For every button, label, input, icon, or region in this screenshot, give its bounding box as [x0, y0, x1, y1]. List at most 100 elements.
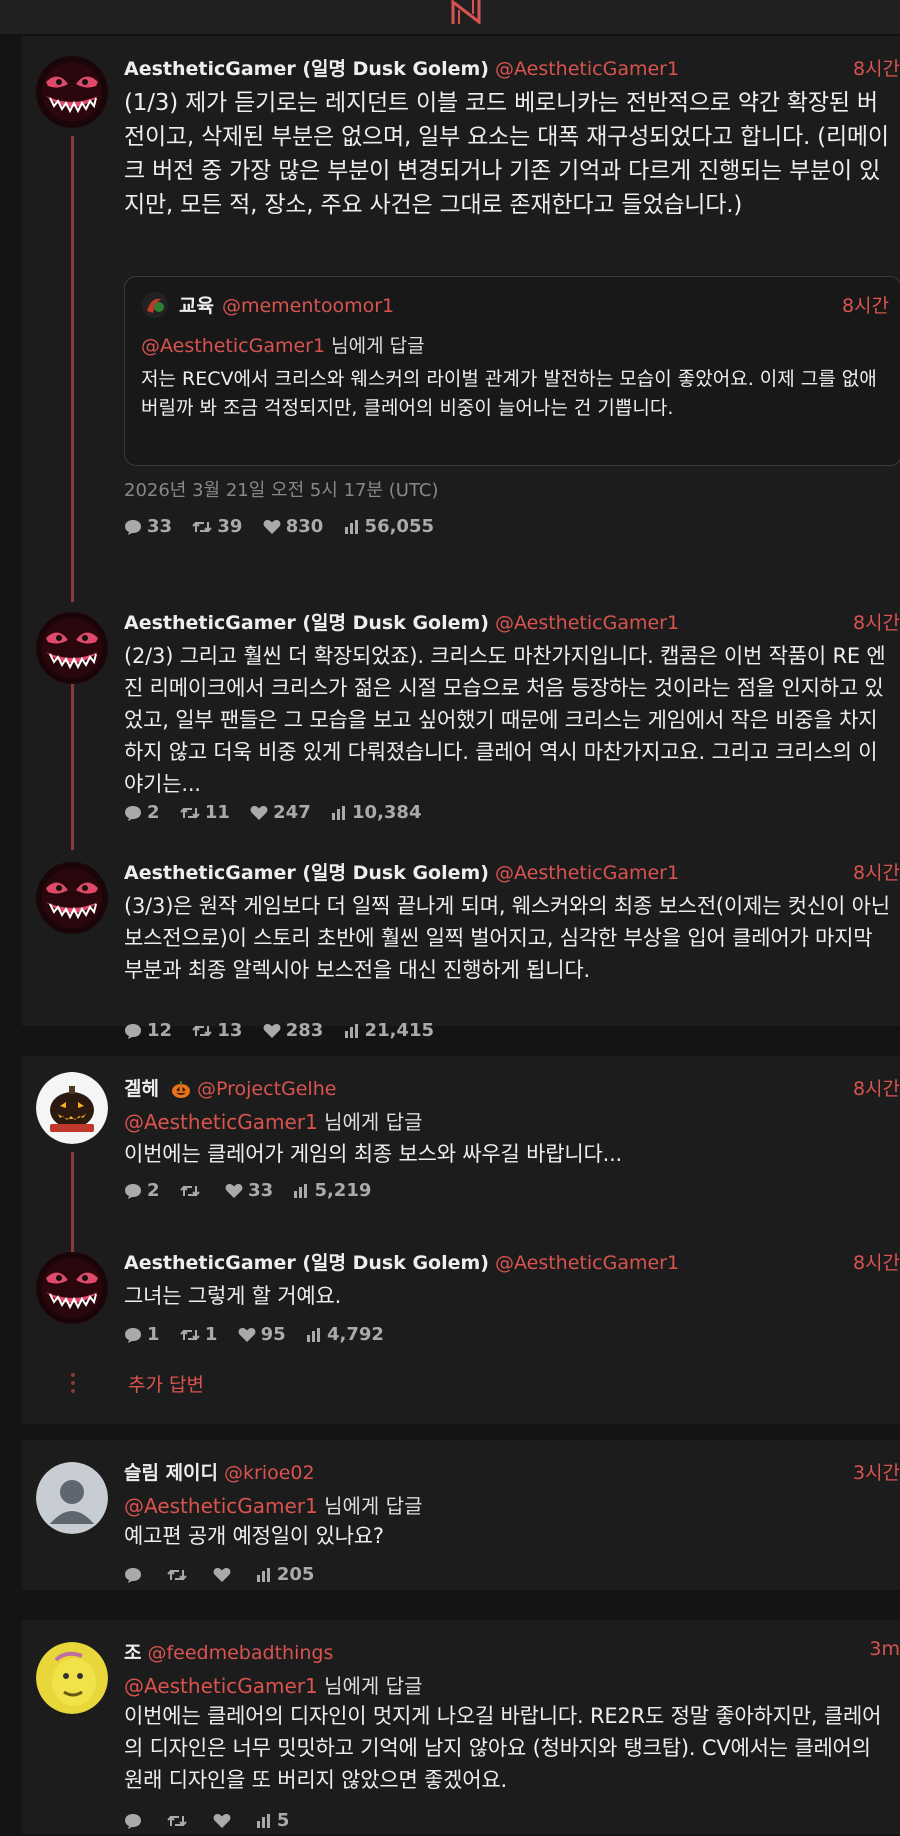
reply-button[interactable]: 1 [124, 1324, 160, 1345]
speech-bubble-icon [125, 1183, 141, 1199]
tweet-text: 그녀는 그렇게 할 거예요. [124, 1284, 342, 1308]
like-button[interactable]: 247 [250, 802, 311, 823]
speech-bubble-icon [125, 805, 141, 821]
reply-to-label: 님에게 답글 [324, 1494, 423, 1518]
views-button[interactable]: 205 [256, 1564, 315, 1585]
author-handle[interactable]: @AestheticGamer1 [495, 1252, 679, 1274]
reply-button[interactable] [124, 1567, 147, 1583]
author-name[interactable]: AestheticGamer (일명 Dusk Golem) [124, 1252, 489, 1274]
views-button[interactable]: 4,792 [306, 1324, 384, 1345]
tweet[interactable]: AestheticGamer (일명 Dusk Golem) @Aesthetic… [22, 576, 900, 826]
retweet-button[interactable]: 1 [180, 1324, 217, 1345]
retweet-button[interactable]: 11 [180, 802, 230, 823]
reply-button[interactable]: 2 [124, 802, 160, 823]
views-count: 205 [276, 1564, 315, 1585]
quote-reply-to: @AestheticGamer1 님에게 답글 [141, 331, 425, 358]
timestamp[interactable]: 8시간 [853, 54, 900, 81]
tweet-text: 이번에는 클레어가 게임의 최종 보스와 싸우길 바랍니다... [124, 1142, 623, 1166]
author-name[interactable]: AestheticGamer (일명 Dusk Golem) [124, 58, 489, 80]
author-handle[interactable]: @AestheticGamer1 [495, 58, 679, 80]
avatar[interactable] [36, 1072, 108, 1144]
tweet-header: 슬림 제이디 @krioe02 3시간 [124, 1458, 900, 1484]
retweet-count: 11 [204, 802, 230, 823]
bar-chart-icon [332, 805, 346, 820]
quote-author-line: 교육 @mementoomor1 [179, 291, 394, 318]
reply-button[interactable]: 33 [124, 516, 172, 537]
tweet-stats: 1 1 95 4,792 [124, 1324, 398, 1350]
reply-to-handle[interactable]: @AestheticGamer1 [124, 1674, 318, 1698]
timestamp[interactable]: 8시간 [853, 608, 900, 635]
like-button[interactable]: 95 [238, 1324, 286, 1345]
like-button[interactable]: 33 [225, 1180, 273, 1201]
views-count: 5,219 [314, 1180, 372, 1201]
reply-to: @AestheticGamer1 님에게 답글 [124, 1106, 422, 1135]
author-name[interactable]: AestheticGamer (일명 Dusk Golem) [124, 862, 489, 884]
author-handle[interactable]: @ProjectGelhe [197, 1078, 336, 1100]
tweet[interactable]: AestheticGamer (일명 Dusk Golem) @Aesthetic… [22, 36, 900, 576]
author-handle[interactable]: @krioe02 [224, 1462, 315, 1484]
timestamp[interactable]: 8시간 [853, 1248, 900, 1275]
tweet-text: (2/3) 그리고 훨씬 더 확장되었죠). 크리스도 마찬가지입니다. 캡콤은… [124, 644, 886, 796]
reply-tweet[interactable]: AestheticGamer (일명 Dusk Golem) @Aesthetic… [22, 1228, 900, 1358]
heart-icon [225, 1183, 243, 1198]
reply-tweet[interactable]: 슬림 제이디 @krioe02 3시간 @AestheticGamer1 님에게 … [22, 1440, 900, 1590]
avatar[interactable] [36, 1252, 108, 1324]
views-button[interactable]: 56,055 [344, 516, 434, 537]
thread-panel: AestheticGamer (일명 Dusk Golem) @Aesthetic… [22, 36, 900, 1041]
views-button[interactable]: 21,415 [344, 1020, 434, 1041]
author-name[interactable]: 겔헤 [124, 1078, 159, 1100]
views-button[interactable]: 5 [256, 1810, 289, 1831]
author-handle[interactable]: @feedmebadthings [147, 1642, 333, 1664]
reply-to-handle[interactable]: @AestheticGamer1 [141, 335, 325, 357]
grinning-monster-avatar-icon [36, 1252, 108, 1324]
heart-icon [213, 1813, 231, 1828]
retweet-button[interactable]: 39 [192, 516, 242, 537]
reply-tweet[interactable]: 조 @feedmebadthings 3m @AestheticGamer1 님에… [22, 1620, 900, 1834]
avatar[interactable] [36, 612, 108, 684]
like-button[interactable] [213, 1813, 236, 1829]
reply-to-handle[interactable]: @AestheticGamer1 [124, 1494, 318, 1518]
timestamp[interactable]: 8시간 [853, 1074, 900, 1101]
reply-tweet[interactable]: 겔헤 @ProjectGelhe 8시간 @AestheticGamer1 님에… [22, 1056, 900, 1228]
author-handle[interactable]: @AestheticGamer1 [495, 862, 679, 884]
retweet-button[interactable] [180, 1183, 205, 1199]
views-button[interactable]: 5,219 [293, 1180, 371, 1201]
reply-button[interactable]: 12 [124, 1020, 172, 1041]
n-logo-icon[interactable] [449, 0, 489, 24]
avatar[interactable] [36, 1642, 108, 1714]
author-handle[interactable]: @AestheticGamer1 [495, 612, 679, 634]
like-button[interactable]: 283 [263, 1020, 323, 1041]
tweet-stats: 205 [124, 1564, 328, 1590]
avatar[interactable] [36, 56, 108, 128]
reply-button[interactable]: 2 [124, 1180, 160, 1201]
retweet-button[interactable] [167, 1567, 192, 1583]
tweet-stats: 2 33 5,219 [124, 1180, 385, 1206]
avatar[interactable] [36, 1462, 108, 1534]
reply-button[interactable] [124, 1813, 147, 1829]
quote-text: 저는 RECV에서 크리스와 웨스커의 라이벌 관계가 발전하는 모습이 좋았어… [141, 368, 877, 419]
author-name[interactable]: 슬림 제이디 [124, 1462, 218, 1484]
avatar[interactable] [36, 862, 108, 934]
timestamp[interactable]: 3시간 [853, 1458, 900, 1485]
tweet-text: (1/3) 제가 듣기로는 레지던트 이블 코드 베로니카는 전반적으로 약간 … [124, 90, 889, 218]
timestamp[interactable]: 8시간 [853, 858, 900, 885]
tweet[interactable]: AestheticGamer (일명 Dusk Golem) @Aesthetic… [22, 826, 900, 1041]
author-name[interactable]: 조 [124, 1642, 141, 1664]
reply-to-handle[interactable]: @AestheticGamer1 [124, 1110, 318, 1134]
quote-author-name[interactable]: 교육 [179, 295, 214, 317]
author-name[interactable]: AestheticGamer (일명 Dusk Golem) [124, 612, 489, 634]
retweet-button[interactable] [167, 1813, 192, 1829]
reply-count: 2 [147, 1180, 160, 1201]
like-button[interactable] [213, 1567, 236, 1583]
quote-tweet[interactable]: 교육 @mementoomor1 8시간 @AestheticGamer1 님에게… [124, 276, 900, 466]
timestamp[interactable]: 3m [869, 1638, 900, 1660]
retweet-count: 39 [217, 516, 243, 537]
like-count: 830 [285, 516, 324, 537]
reply-count: 33 [147, 516, 173, 537]
show-more-replies-link[interactable]: 추가 답변 [128, 1370, 204, 1397]
quote-author-handle[interactable]: @mementoomor1 [222, 295, 394, 317]
grinning-monster-avatar-icon [36, 612, 108, 684]
like-button[interactable]: 830 [263, 516, 324, 537]
retweet-button[interactable]: 13 [192, 1020, 242, 1041]
views-button[interactable]: 10,384 [331, 802, 421, 823]
